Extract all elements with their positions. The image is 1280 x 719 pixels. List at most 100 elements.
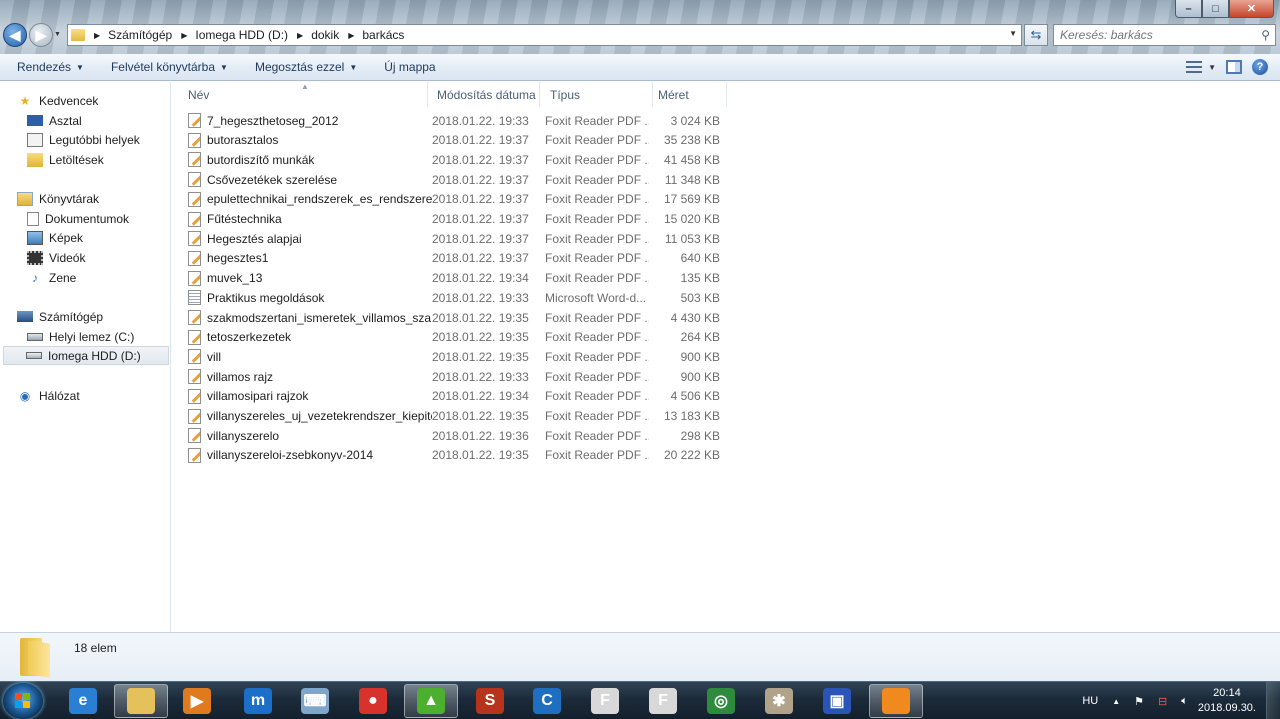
- file-date: 2018.01.22. 19:37: [432, 231, 529, 246]
- breadcrumb-dokik[interactable]: dokik: [311, 28, 339, 42]
- start-button[interactable]: [3, 683, 43, 719]
- nav-recent[interactable]: Legutóbbi helyek: [27, 130, 140, 149]
- include-library-button[interactable]: Felvétel könyvtárba ▼: [111, 60, 228, 74]
- taskbar-button[interactable]: m: [231, 684, 285, 718]
- taskbar-button[interactable]: C: [520, 684, 574, 718]
- downloads-icon: [27, 152, 43, 167]
- file-row[interactable]: epulettechnikai_rendszerek_es_rendszerel…: [188, 190, 728, 209]
- file-size: 13 183 KB: [663, 409, 720, 423]
- chevron-right-icon[interactable]: ▶: [348, 31, 354, 40]
- taskbar-button[interactable]: ▶: [170, 684, 224, 718]
- file-name: butorasztalos: [207, 133, 279, 148]
- taskbar-button[interactable]: ✱: [752, 684, 806, 718]
- taskbar-button[interactable]: S: [463, 684, 517, 718]
- view-options-icon[interactable]: [1186, 61, 1203, 73]
- column-header-name[interactable]: Név: [178, 82, 428, 107]
- file-row[interactable]: villanyszereloi-zsebkonyv-2014 2018.01.22…: [188, 446, 728, 465]
- column-header-date[interactable]: Módosítás dátuma: [427, 82, 540, 107]
- clock[interactable]: 20:14 2018.09.30.: [1198, 686, 1256, 716]
- help-icon[interactable]: ?: [1252, 59, 1268, 75]
- taskbar-button[interactable]: F: [578, 684, 632, 718]
- search-box[interactable]: ⚲: [1053, 24, 1276, 46]
- file-row[interactable]: villanyszerelo 2018.01.22. 19:36 Foxit Rea…: [188, 426, 728, 445]
- chevron-down-icon[interactable]: ▼: [1009, 29, 1017, 38]
- libraries-icon: [17, 191, 33, 206]
- new-folder-button[interactable]: Új mappa: [384, 60, 435, 74]
- address-bar[interactable]: ▶ Számítógép ▶ Iomega HDD (D:) ▶ dokik ▶…: [67, 24, 1022, 46]
- chevron-right-icon[interactable]: ▶: [181, 31, 187, 40]
- close-button[interactable]: ✕: [1229, 0, 1274, 18]
- file-size: 900 KB: [680, 349, 720, 364]
- show-desktop-button[interactable]: [1266, 682, 1280, 719]
- refresh-button[interactable]: ⇆: [1024, 24, 1048, 46]
- taskbar-button[interactable]: e: [56, 684, 110, 718]
- search-icon[interactable]: ⚲: [1261, 28, 1270, 42]
- column-header-size[interactable]: Méret: [648, 82, 727, 107]
- nav-libraries[interactable]: Könyvtárak: [17, 189, 99, 208]
- search-input[interactable]: [1060, 28, 1250, 42]
- file-name-cell: villanyszereles_uj_vezetekrendszer_kiepi…: [188, 408, 432, 424]
- breadcrumb-barkacs[interactable]: barkács: [362, 28, 404, 42]
- nav-music[interactable]: ♪ Zene: [27, 268, 76, 287]
- file-size: 17 569 KB: [663, 192, 720, 207]
- system-tray: HU ▲ ⚑ ⊟ 🔈︎ 20:14 2018.09.30.: [1068, 682, 1280, 719]
- chevron-right-icon[interactable]: ▶: [297, 31, 303, 40]
- language-indicator[interactable]: HU: [1082, 695, 1098, 707]
- file-row[interactable]: Hegesztés alapjai 2018.01.22. 19:37 Foxit …: [188, 229, 728, 248]
- nav-documents[interactable]: Dokumentumok: [27, 209, 129, 228]
- maximize-button[interactable]: □: [1202, 0, 1229, 18]
- forward-button[interactable]: ▶: [29, 23, 53, 47]
- file-row[interactable]: Csővezetékek szerelése 2018.01.22. 19:37 F…: [188, 170, 728, 189]
- taskbar-button[interactable]: ⌨: [288, 684, 342, 718]
- breadcrumb-computer[interactable]: Számítógép: [108, 28, 172, 42]
- taskbar-button[interactable]: F: [636, 684, 690, 718]
- file-name: hegesztes1: [207, 251, 269, 266]
- file-row[interactable]: vill 2018.01.22. 19:35 Foxit Reader PDF ..…: [188, 347, 728, 366]
- file-name-cell: tetoszerkezetek: [188, 329, 432, 345]
- nav-computer[interactable]: Számítógép: [17, 307, 103, 326]
- nav-videos[interactable]: Videók: [27, 248, 85, 267]
- file-row[interactable]: 7_hegeszthetoseg_2012 2018.01.22. 19:33 Fo…: [188, 111, 728, 130]
- chevron-down-icon[interactable]: ▼: [1208, 63, 1216, 72]
- minimize-button[interactable]: –: [1175, 0, 1202, 18]
- volume-icon[interactable]: 🔈︎: [1181, 695, 1188, 708]
- file-name: szakmodszertani_ismeretek_villamos_sza..…: [207, 310, 432, 325]
- file-row[interactable]: butordiszítő munkák 2018.01.22. 19:37 Foxi…: [188, 150, 728, 169]
- taskbar-button[interactable]: ●: [346, 684, 400, 718]
- back-button[interactable]: ◀: [3, 23, 27, 47]
- network-status-icon[interactable]: ⊟: [1158, 695, 1167, 708]
- column-header-type[interactable]: Típus: [540, 82, 653, 107]
- chevron-right-icon[interactable]: ▶: [94, 31, 100, 40]
- file-row[interactable]: muvek_13 2018.01.22. 19:34 Foxit Reader PD…: [188, 269, 728, 288]
- taskbar-button[interactable]: ◎: [694, 684, 748, 718]
- show-hidden-icons-icon[interactable]: ▲: [1112, 697, 1120, 706]
- file-row[interactable]: hegesztes1 2018.01.22. 19:37 Foxit Reader …: [188, 249, 728, 268]
- preview-pane-icon[interactable]: [1226, 60, 1242, 74]
- share-button[interactable]: Megosztás ezzel ▼: [255, 60, 357, 74]
- nav-downloads[interactable]: Letöltések: [27, 150, 104, 169]
- file-row[interactable]: butorasztalos 2018.01.22. 19:37 Foxit Read…: [188, 131, 728, 150]
- file-row[interactable]: tetoszerkezetek 2018.01.22. 19:35 Foxit Re…: [188, 328, 728, 347]
- file-name-cell: Fűtéstechnika: [188, 211, 432, 227]
- taskbar-button[interactable]: [869, 684, 923, 718]
- nav-favorites[interactable]: ★ Kedvencek: [17, 91, 99, 110]
- file-row[interactable]: szakmodszertani_ismeretek_villamos_sza..…: [188, 308, 728, 327]
- file-row[interactable]: villamos rajz 2018.01.22. 19:33 Foxit Read…: [188, 367, 728, 386]
- nav-pictures[interactable]: Képek: [27, 228, 83, 247]
- taskbar-button[interactable]: ▲: [404, 684, 458, 718]
- taskbar-button[interactable]: [114, 684, 168, 718]
- breadcrumb-iomega[interactable]: Iomega HDD (D:): [195, 28, 288, 42]
- nav-desktop[interactable]: Asztal: [27, 111, 82, 130]
- file-row[interactable]: Fűtéstechnika 2018.01.22. 19:37 Foxit Read…: [188, 210, 728, 229]
- nav-network[interactable]: ◉ Hálózat: [17, 386, 80, 405]
- nav-local-disk[interactable]: Helyi lemez (C:): [27, 327, 134, 346]
- nav-iomega-drive[interactable]: Iomega HDD (D:): [3, 346, 169, 365]
- taskbar-button[interactable]: ▣: [810, 684, 864, 718]
- file-name-cell: butorasztalos: [188, 132, 432, 148]
- file-row[interactable]: villanyszereles_uj_vezetekrendszer_kiepi…: [188, 407, 728, 426]
- file-row[interactable]: villamosipari rajzok 2018.01.22. 19:34 Fox…: [188, 387, 728, 406]
- organize-button[interactable]: Rendezés ▼: [17, 60, 84, 74]
- action-center-flag-icon[interactable]: ⚑: [1134, 695, 1144, 708]
- recent-pages-dropdown[interactable]: ▼: [54, 31, 61, 38]
- file-row[interactable]: Praktikus megoldások 2018.01.22. 19:33 Mic…: [188, 288, 728, 307]
